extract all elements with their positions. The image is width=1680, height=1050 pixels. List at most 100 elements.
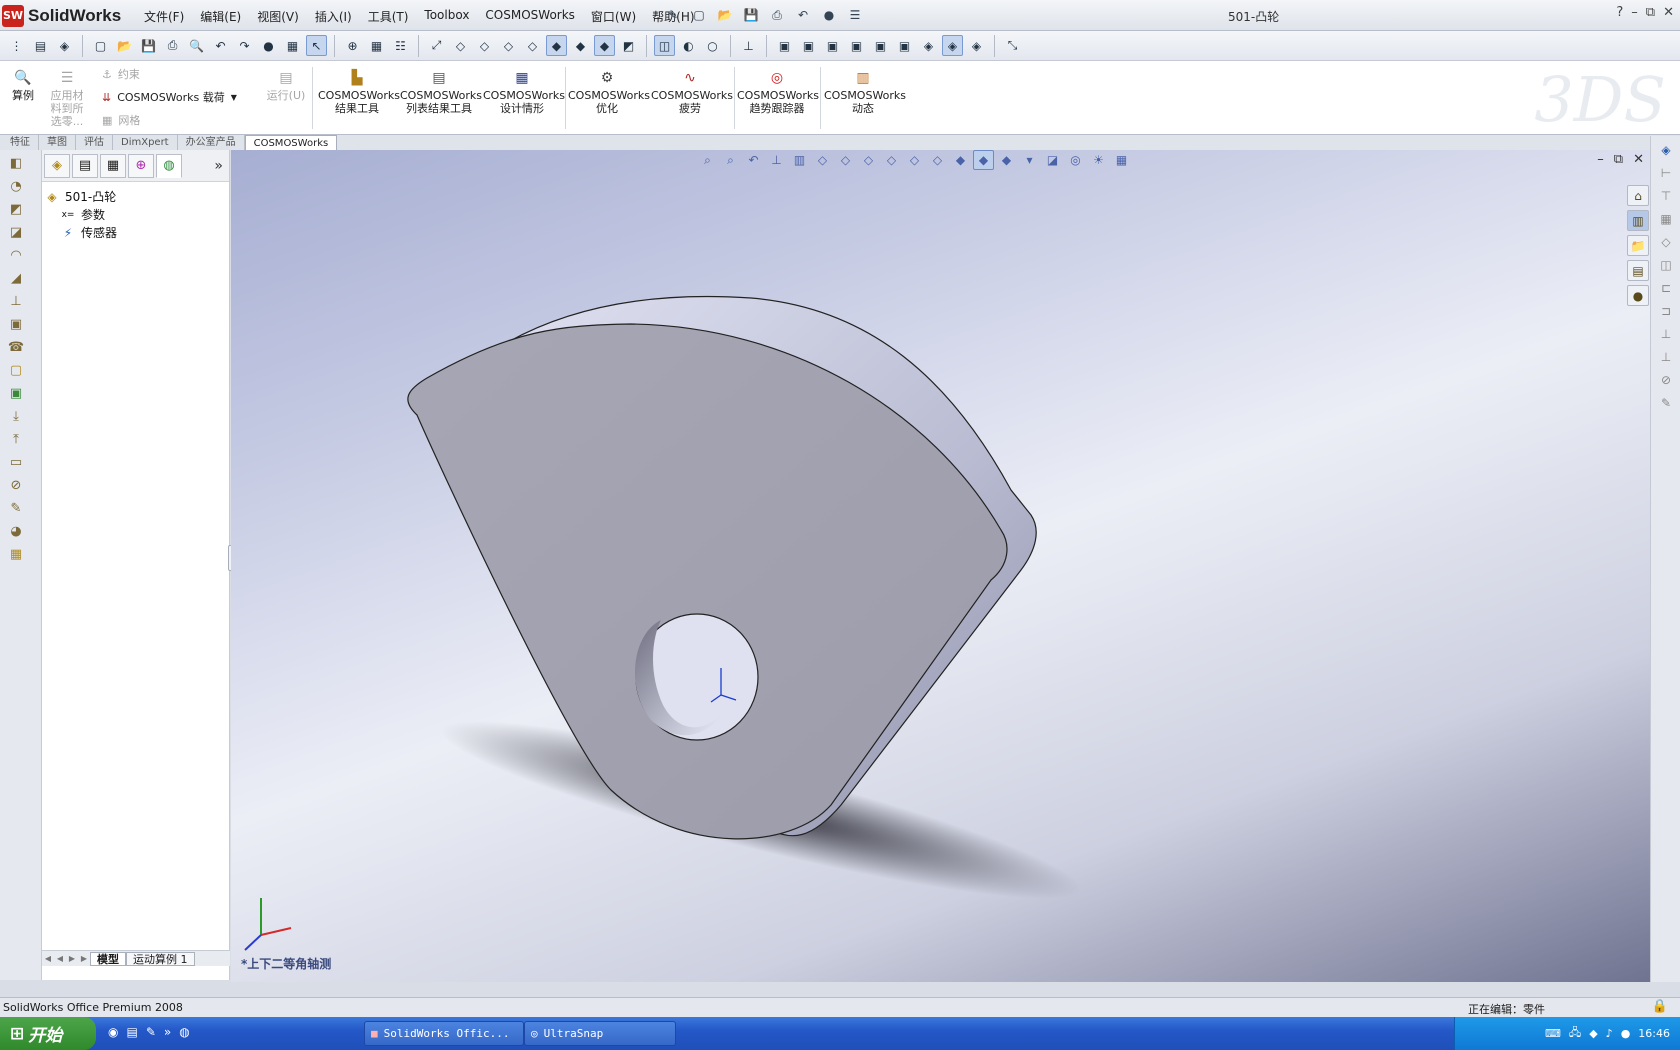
quick-launch-app-icon[interactable]: ◉ xyxy=(108,1025,118,1039)
view-back-icon[interactable]: ▣ xyxy=(798,35,819,56)
tab-model[interactable]: 模型 xyxy=(90,951,126,966)
volume-icon[interactable]: ♪ xyxy=(1606,1027,1613,1040)
view-isometric-icon[interactable]: ◈ xyxy=(918,35,939,56)
reference-geometry-icon[interactable]: ◕ xyxy=(4,521,28,541)
cosmos-dynamics-button[interactable]: ▥ COSMOSWorks 动态 xyxy=(824,69,906,116)
view-top-icon[interactable]: ◇ xyxy=(904,150,925,170)
chamfer-dimension-icon[interactable]: ◫ xyxy=(1656,256,1676,274)
menu-tools[interactable]: 工具(T) xyxy=(360,6,417,27)
view-right-icon[interactable]: ◇ xyxy=(881,150,902,170)
tab-office-products[interactable]: 办公室产品 xyxy=(178,135,245,150)
clock[interactable]: 16:46 xyxy=(1638,1027,1670,1040)
wireframe-icon[interactable]: ◇ xyxy=(498,35,519,56)
new-document-icon[interactable]: ▢ xyxy=(688,4,710,26)
apply-material-button[interactable]: ☰ 应用材料到所选零... xyxy=(46,69,88,129)
extrude-icon[interactable]: ◧ xyxy=(4,153,28,173)
cosmos-trend-tracker-button[interactable]: ◎ COSMOSWorks 趋势跟踪器 xyxy=(737,69,819,116)
add-relation-icon[interactable]: ⊏ xyxy=(1656,279,1676,297)
file-explorer-icon[interactable]: 📁 xyxy=(1627,235,1649,256)
hide-show-items-icon[interactable]: ◎ xyxy=(1065,150,1086,170)
next-tab-icon[interactable]: ▶ xyxy=(66,953,78,965)
zoom-to-area-icon[interactable]: ⌕ xyxy=(720,150,741,170)
save-icon[interactable]: 💾 xyxy=(138,35,159,56)
baseline-dimension-icon[interactable]: ▦ xyxy=(1656,210,1676,228)
last-tab-icon[interactable]: ▶ xyxy=(78,953,90,965)
help-button[interactable]: ? xyxy=(1616,5,1623,20)
hole-wizard-icon[interactable]: ⊘ xyxy=(4,475,28,495)
open-folder-icon[interactable]: 📂 xyxy=(714,4,736,26)
sweep-icon[interactable]: ◩ xyxy=(4,199,28,219)
view-right-icon[interactable]: ▣ xyxy=(846,35,867,56)
display-style-icon[interactable]: ◪ xyxy=(1042,150,1063,170)
edit-appearance-icon[interactable]: ☀ xyxy=(1088,150,1109,170)
taskbar-solidworks[interactable]: ■ SolidWorks Offic... xyxy=(364,1021,524,1046)
view-orientation-dropdown-icon[interactable]: ▾ xyxy=(1019,150,1040,170)
quick-launch-ie-icon[interactable]: ◍ xyxy=(179,1025,189,1039)
view-dimetric-icon[interactable]: ◈ xyxy=(966,35,987,56)
document-properties-icon[interactable]: ▤ xyxy=(30,35,51,56)
redo-icon[interactable]: ↷ xyxy=(234,35,255,56)
taskbar-ultrasnap[interactable]: ◎ UltraSnap xyxy=(524,1021,676,1046)
prev-tab-icon[interactable]: ◀ xyxy=(54,953,66,965)
close-button[interactable]: ✕ xyxy=(1663,5,1674,20)
start-button[interactable]: ⊞ 开始 xyxy=(0,1017,96,1050)
pattern-icon[interactable]: ▣ xyxy=(4,383,28,403)
grid-icon[interactable]: ▦ xyxy=(366,35,387,56)
options-icon[interactable]: ☰ xyxy=(844,4,866,26)
cosmos-design-scenario-button[interactable]: ▦ COSMOSWorks 设计情形 xyxy=(483,69,565,116)
view-isometric-icon[interactable]: ◆ xyxy=(950,150,971,170)
run-button[interactable]: ▤ 运行(U) xyxy=(266,69,306,103)
tree-item-sensors[interactable]: ⚡ 传感器 xyxy=(60,224,117,241)
appearances-icon[interactable]: ● xyxy=(1627,285,1649,306)
mesh-button[interactable]: ▦ 网格 xyxy=(102,112,140,128)
rib-icon[interactable]: ⊥ xyxy=(4,291,28,311)
quick-launch-more-icon[interactable]: » xyxy=(164,1025,171,1039)
viewport-restore-button[interactable]: ⧉ xyxy=(1614,152,1623,167)
menu-view[interactable]: 视图(V) xyxy=(249,6,307,27)
loft-icon[interactable]: ◪ xyxy=(4,222,28,242)
dimxpert-manager-tab-icon[interactable]: ⊕ xyxy=(128,153,154,178)
configuration-manager-tab-icon[interactable]: ▦ xyxy=(100,153,126,178)
undo-icon[interactable]: ↶ xyxy=(792,4,814,26)
simulation-tab-icon[interactable]: ◍ xyxy=(156,153,182,178)
menu-file[interactable]: 文件(F) xyxy=(136,6,192,27)
tab-sketch[interactable]: 草图 xyxy=(39,135,76,150)
measure-icon[interactable]: ⤡ xyxy=(1002,35,1023,56)
security-icon[interactable]: ◆ xyxy=(1589,1027,1597,1040)
menu-window[interactable]: 窗口(W) xyxy=(583,6,644,27)
rebuild-icon[interactable]: ● xyxy=(258,35,279,56)
triad-icon[interactable]: ⊥ xyxy=(738,35,759,56)
dynamic-annotation-icon[interactable]: ▥ xyxy=(789,150,810,170)
save-icon[interactable]: 💾 xyxy=(740,4,762,26)
load-button[interactable]: ⇊ COSMOSWorks 载荷 ▼ xyxy=(102,89,237,105)
display-relations-icon[interactable]: ⊐ xyxy=(1656,302,1676,320)
new-icon[interactable]: ▢ xyxy=(90,35,111,56)
quick-launch-edit-icon[interactable]: ✎ xyxy=(146,1025,156,1039)
perspective-icon[interactable]: ◫ xyxy=(654,35,675,56)
shadows-icon[interactable]: ◆ xyxy=(594,35,615,56)
shell-icon[interactable]: ▣ xyxy=(4,314,28,334)
tab-dimxpert[interactable]: DimXpert xyxy=(113,135,178,150)
viewport-close-button[interactable]: ✕ xyxy=(1633,152,1644,167)
view-front-icon[interactable]: ▣ xyxy=(774,35,795,56)
rebuild-icon[interactable]: ● xyxy=(818,4,840,26)
view-front-icon[interactable]: ◇ xyxy=(812,150,833,170)
cosmos-list-results-button[interactable]: ▤ COSMOSWorks 列表结果工具 xyxy=(400,69,482,116)
fully-define-icon[interactable]: ⊥ xyxy=(1656,325,1676,343)
tab-evaluate[interactable]: 评估 xyxy=(76,135,113,150)
network-icon[interactable]: 🖧 xyxy=(1569,1024,1581,1043)
view-orientation-icon[interactable]: ⤢ xyxy=(426,35,447,56)
viewport-minimize-button[interactable]: – xyxy=(1597,152,1604,167)
revolve-icon[interactable]: ◔ xyxy=(4,176,28,196)
tree-root[interactable]: ◈ 501-凸轮 xyxy=(44,188,116,205)
list-icon[interactable]: ☷ xyxy=(390,35,411,56)
ambient-occlusion-icon[interactable]: ○ xyxy=(702,35,723,56)
zoom-to-fit-icon[interactable]: ⌕ xyxy=(697,150,718,170)
tree-item-parameters[interactable]: x= 参数 xyxy=(60,206,105,223)
smart-dimension-icon[interactable]: ◈ xyxy=(1656,141,1676,159)
graphics-area[interactable]: ⌕ ⌕ ↶ ⊥ ▥ ◇ ◇ ◇ ◇ ◇ ◇ ◆ ◆ ◆ ▾ ◪ ◎ ☀ ▦ – … xyxy=(231,150,1650,982)
keyboard-icon[interactable]: ⌨ xyxy=(1545,1027,1561,1040)
menu-insert[interactable]: 插入(I) xyxy=(307,6,360,27)
horizontal-dimension-icon[interactable]: ⊢ xyxy=(1656,164,1676,182)
view-bottom-icon[interactable]: ▣ xyxy=(894,35,915,56)
